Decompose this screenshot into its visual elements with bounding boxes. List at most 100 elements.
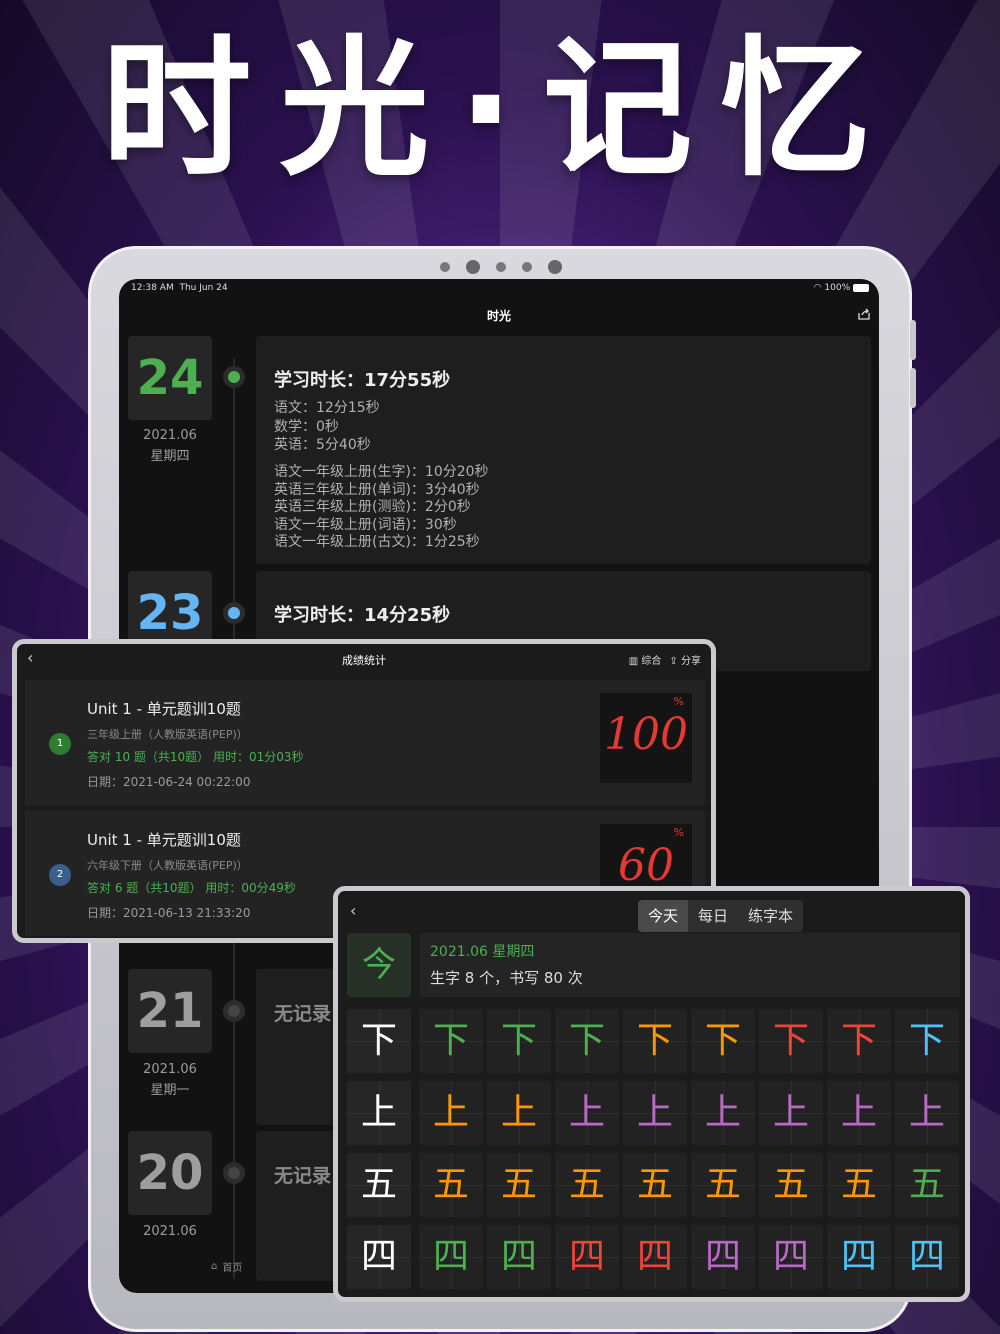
score-value: 100 [604,709,688,760]
writing-practice-panel: ‹ 今天 每日 练字本 今 2021.06 星期四 生字 8 个，书写 80 次… [333,886,970,1302]
handwritten-character-cell[interactable]: 五 [691,1153,755,1217]
record-index: 1 [49,733,71,755]
practice-summary: 生字 8 个，书写 80 次 [430,969,583,987]
model-character-cell[interactable]: 五 [347,1153,411,1217]
handwritten-character-cell[interactable]: 下 [895,1009,959,1073]
handwritten-character-cell[interactable]: 四 [691,1225,755,1289]
headline: 时光·记忆 [101,23,899,197]
score-percent: % [673,695,684,708]
handwritten-character-cell[interactable]: 五 [487,1153,551,1217]
share-icon[interactable] [857,307,871,321]
handwritten-character-cell[interactable]: 下 [691,1009,755,1073]
no-record-text: 无记录 [274,1165,332,1187]
handwritten-character-cell[interactable]: 四 [555,1225,619,1289]
subject-list: 语文：12分15秒 数学：0秒 英语：5分40秒 [274,399,380,455]
timeline-dot [223,1162,245,1184]
practice-date: 2021.06 星期四 [430,944,535,960]
handwritten-character-cell[interactable]: 四 [827,1225,891,1289]
study-duration: 学习时长：14分25秒 [274,605,451,626]
score-percent: % [673,826,684,839]
day-badge[interactable]: 24 [128,336,212,420]
overall-button[interactable]: ▥ 综合 [629,652,662,667]
model-character-cell[interactable]: 四 [347,1225,411,1289]
handwritten-character-cell[interactable]: 上 [691,1081,755,1145]
handwritten-character-cell[interactable]: 四 [623,1225,687,1289]
share-label: 分享 [681,656,701,667]
battery-text: 100% [824,283,851,293]
detail-line: 英语三年级上册(单词)：3分40秒 [274,481,480,498]
handwritten-character-cell[interactable]: 四 [895,1225,959,1289]
score-record[interactable]: 1 Unit 1 - 单元题训10题 三年级上册（人教版英语(PEP)） 答对 … [25,680,705,805]
detail-line: 英语三年级上册(测验)：2分0秒 [274,499,471,515]
tab-today[interactable]: 今天 [638,900,689,932]
handwritten-character-cell[interactable]: 五 [419,1153,483,1217]
tab-home[interactable]: ⌂ 首页 [211,1259,242,1274]
handwritten-character-cell[interactable]: 四 [419,1225,483,1289]
model-character-cell[interactable]: 上 [347,1081,411,1145]
handwritten-character-cell[interactable]: 四 [487,1225,551,1289]
handwritten-character-cell[interactable]: 下 [827,1009,891,1073]
handwritten-character-cell[interactable]: 四 [759,1225,823,1289]
detail-line: 语文一年级上册(生字)：10分20秒 [274,464,489,480]
status-time: 12:38 AM [131,283,174,293]
record-book: 六年级下册（人教版英语(PEP)） [87,859,248,872]
record-title: Unit 1 - 单元题训10题 [87,700,241,718]
day-weekday: 星期一 [150,1083,190,1098]
battery-icon [853,283,869,292]
record-result: 答对 10 题（共10题） 用时：01分03秒 [87,750,304,764]
day-info: 2021.06 星期四 [128,425,212,467]
handwritten-character-cell[interactable]: 下 [759,1009,823,1073]
handwritten-character-cell[interactable]: 五 [623,1153,687,1217]
timeline-dot [223,602,245,624]
handwritten-character-cell[interactable]: 上 [623,1081,687,1145]
subject-line: 数学：0秒 [274,418,339,435]
detail-line: 语文一年级上册(古文)：1分25秒 [274,534,480,550]
share-button[interactable]: ⇪ 分享 [669,652,701,667]
handwritten-character-cell[interactable]: 上 [827,1081,891,1145]
handwritten-character-cell[interactable]: 上 [419,1081,483,1145]
wifi-icon: ◠ [813,283,822,293]
timeline-dot [223,1000,245,1022]
tab-copybook[interactable]: 练字本 [738,900,803,932]
handwritten-character-cell[interactable]: 上 [895,1081,959,1145]
model-character-cell[interactable]: 下 [347,1009,411,1073]
share-icon: ⇪ [669,656,678,667]
volume-button [910,320,916,360]
day-month: 2021.06 [143,1224,197,1239]
handwritten-character-cell[interactable]: 下 [419,1009,483,1073]
day-badge[interactable]: 20 [128,1131,212,1215]
handwritten-character-cell[interactable]: 上 [759,1081,823,1145]
panel-title: 成绩统计 [342,654,386,667]
status-date: Thu Jun 24 [179,283,228,293]
chart-icon: ▥ [628,656,639,667]
handwritten-character-cell[interactable]: 下 [555,1009,619,1073]
detail-line: 语文一年级上册(词语)：30秒 [274,516,457,533]
record-book: 三年级上册（人教版英语(PEP)） [87,728,248,741]
tab-home-label: 首页 [222,1263,243,1274]
subject-line: 英语：5分40秒 [274,437,371,453]
back-icon[interactable]: ‹ [350,901,356,920]
study-duration: 学习时长：17分55秒 [274,370,451,391]
handwritten-character-cell[interactable]: 上 [555,1081,619,1145]
day-badge[interactable]: 21 [128,969,212,1053]
overall-label: 综合 [641,656,662,667]
handwritten-character-cell[interactable]: 下 [487,1009,551,1073]
day-number: 24 [136,350,204,406]
nav-title: 时光 [486,309,511,323]
handwritten-character-cell[interactable]: 五 [827,1153,891,1217]
handwritten-character-cell[interactable]: 上 [487,1081,551,1145]
segment-control: 今天 每日 练字本 [638,900,804,932]
day-weekday: 星期四 [150,449,190,464]
home-icon: ⌂ [211,1261,218,1272]
handwritten-character-cell[interactable]: 下 [623,1009,687,1073]
record-title: Unit 1 - 单元题训10题 [87,831,241,849]
tab-daily[interactable]: 每日 [688,900,738,932]
handwritten-character-cell[interactable]: 五 [555,1153,619,1217]
handwritten-character-cell[interactable]: 五 [895,1153,959,1217]
today-badge: 今 [347,933,411,997]
timeline-dot [223,366,245,388]
today-summary: 2021.06 星期四 生字 8 个，书写 80 次 [420,933,960,997]
day-number: 21 [136,983,204,1039]
handwritten-character-cell[interactable]: 五 [759,1153,823,1217]
study-card[interactable]: 学习时长：17分55秒 语文：12分15秒 数学：0秒 英语：5分40秒 语文一… [256,336,871,564]
